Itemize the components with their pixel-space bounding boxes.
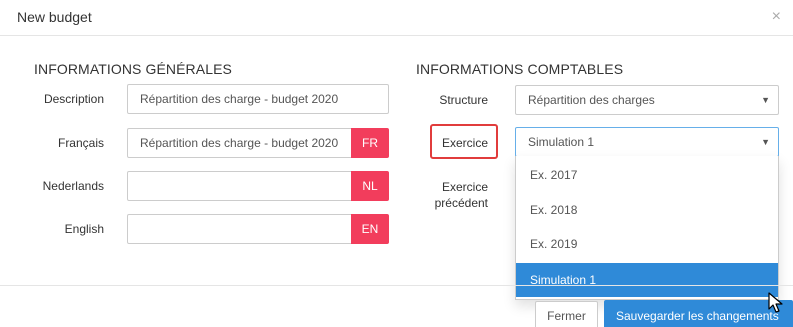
exercice-precedent-label-2: précédent bbox=[434, 196, 488, 210]
dropdown-option-selected[interactable]: Simulation 1 bbox=[516, 263, 778, 297]
dropdown-option[interactable]: Ex. 2018 bbox=[516, 193, 778, 227]
exercice-select-value: Simulation 1 bbox=[528, 135, 595, 149]
structure-select[interactable]: Répartition des charges ▼ bbox=[515, 85, 779, 115]
save-changes-button[interactable]: Sauvegarder les changements bbox=[604, 300, 793, 327]
accounting-section-title: INFORMATIONS COMPTABLES bbox=[416, 61, 624, 77]
francais-label: Français bbox=[57, 136, 104, 150]
caret-down-icon: ▼ bbox=[761, 137, 770, 147]
description-label: Description bbox=[43, 92, 104, 106]
exercice-label: Exercice bbox=[441, 136, 488, 150]
nederlands-input[interactable] bbox=[127, 171, 353, 201]
modal-header: New budget × bbox=[0, 0, 793, 36]
structure-select-value: Répartition des charges bbox=[528, 93, 655, 107]
lang-button-en[interactable]: EN bbox=[351, 214, 389, 244]
exercice-select[interactable]: Simulation 1 ▼ bbox=[515, 127, 779, 157]
close-button[interactable]: Fermer bbox=[535, 301, 598, 327]
exercice-dropdown-menu: Ex. 2017 Ex. 2018 Ex. 2019 Simulation 1 bbox=[515, 156, 779, 300]
dropdown-option[interactable]: Ex. 2019 bbox=[516, 227, 778, 261]
structure-label: Structure bbox=[439, 93, 488, 107]
nederlands-label: Nederlands bbox=[42, 179, 104, 193]
mouse-pointer-icon bbox=[768, 292, 783, 313]
exercice-precedent-label-1: Exercice bbox=[441, 180, 488, 194]
english-input[interactable] bbox=[127, 214, 353, 244]
general-section-title: INFORMATIONS GÉNÉRALES bbox=[34, 61, 232, 77]
caret-down-icon: ▼ bbox=[761, 95, 770, 105]
modal-title: New budget bbox=[17, 9, 92, 25]
description-input[interactable]: Répartition des charge - budget 2020 bbox=[127, 84, 389, 114]
footer-divider bbox=[0, 285, 793, 286]
francais-input[interactable]: Répartition des charge - budget 2020 bbox=[127, 128, 353, 158]
english-label: English bbox=[64, 222, 104, 236]
close-icon[interactable]: × bbox=[772, 9, 781, 25]
dropdown-option[interactable]: Ex. 2017 bbox=[516, 158, 778, 192]
